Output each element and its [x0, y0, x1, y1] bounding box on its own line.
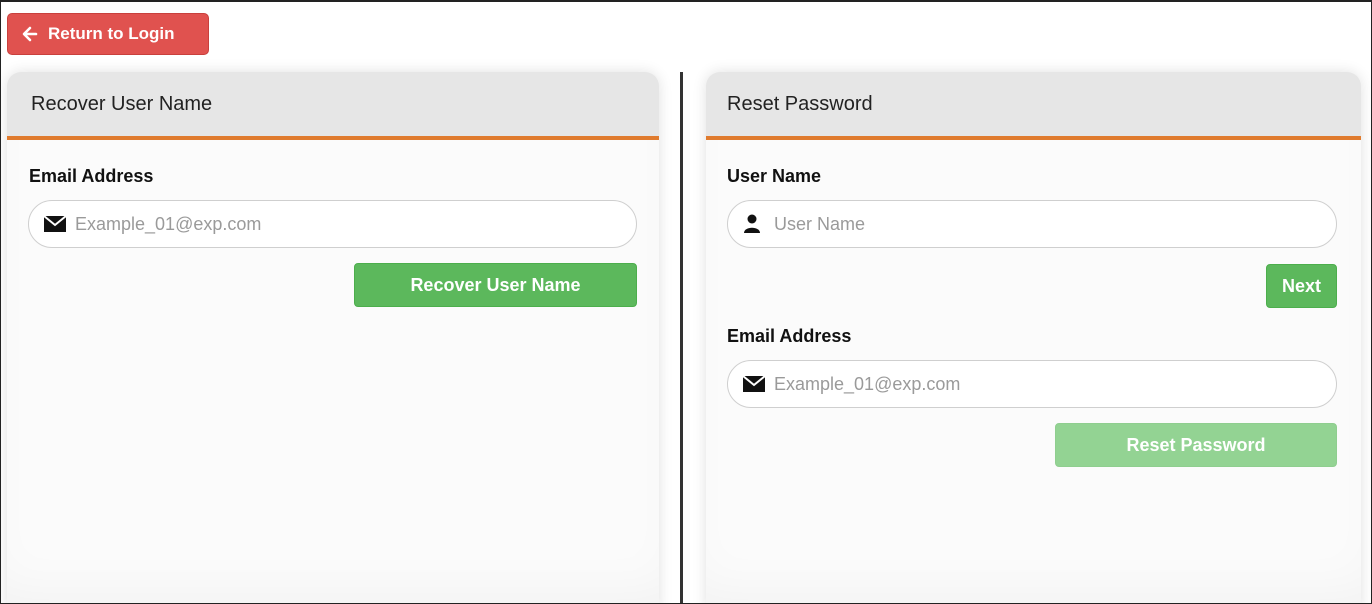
email-address-label: Email Address: [727, 326, 852, 346]
envelope-icon: [43, 215, 67, 232]
username-field[interactable]: [727, 200, 1337, 248]
envelope-icon: [742, 375, 766, 392]
panel-title: Recover User Name: [31, 92, 213, 115]
recover-user-name-panel: Recover User Name Email Address Recover …: [7, 72, 659, 603]
next-button-label: Next: [1281, 275, 1321, 296]
recover-user-name-header: Recover User Name: [7, 72, 659, 140]
username-input[interactable]: [774, 213, 1336, 235]
recover-user-name-button-label: Recover User Name: [410, 274, 581, 295]
user-name-label: User Name: [727, 166, 822, 186]
reset-email-input[interactable]: [774, 373, 1336, 395]
recover-email-field[interactable]: [28, 200, 637, 248]
arrow-left-icon: [22, 26, 38, 42]
recover-user-name-button[interactable]: Recover User Name: [354, 263, 637, 307]
panel-title: Reset Password: [727, 92, 873, 115]
return-to-login-label: Return to Login: [48, 24, 175, 43]
reset-password-button-label: Reset Password: [1126, 434, 1266, 455]
reset-password-header: Reset Password: [706, 72, 1361, 140]
user-icon: [744, 214, 760, 233]
reset-email-field[interactable]: [727, 360, 1337, 408]
recover-email-input[interactable]: [75, 213, 636, 235]
app-frame: Return to Login Recover User Name Email …: [0, 0, 1372, 604]
panel-divider: [680, 72, 683, 603]
next-button[interactable]: Next: [1266, 264, 1337, 308]
return-to-login-button[interactable]: Return to Login: [7, 13, 209, 55]
email-address-label: Email Address: [29, 166, 154, 186]
reset-password-panel: Reset Password User Name Next Email Addr…: [706, 72, 1361, 603]
reset-password-button[interactable]: Reset Password: [1055, 423, 1337, 467]
